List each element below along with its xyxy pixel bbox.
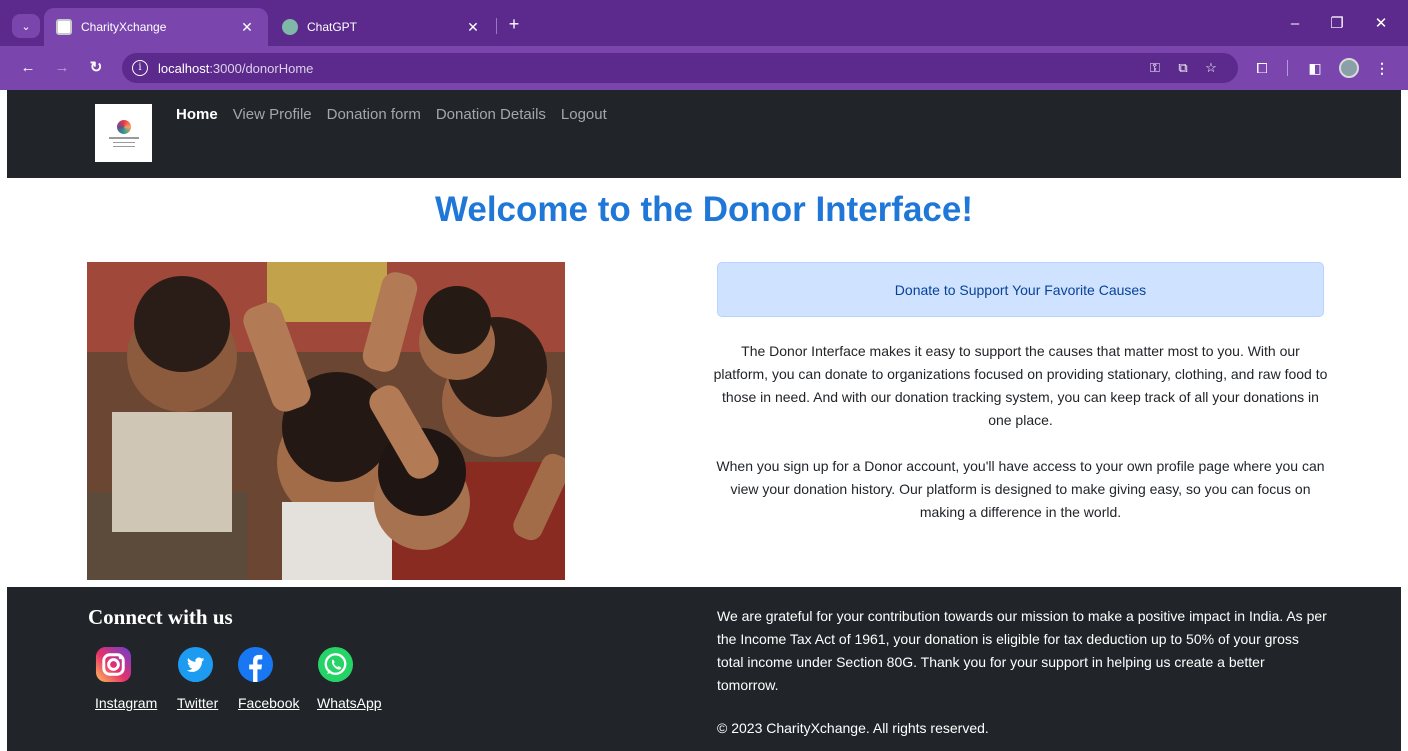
whatsapp-icon[interactable]: [317, 646, 354, 683]
menu-kebab-icon[interactable]: ⋮: [1370, 56, 1394, 80]
logo-text-line: [112, 145, 135, 147]
logo-text-line: [112, 141, 135, 143]
tab-title: ChatGPT: [307, 20, 358, 34]
tax-deduction-message: We are grateful for your contribution to…: [717, 608, 1327, 693]
page-title: Welcome to the Donor Interface!: [434, 190, 974, 229]
facebook-icon[interactable]: [237, 646, 274, 683]
whatsapp-link[interactable]: WhatsApp: [317, 695, 382, 711]
reload-icon[interactable]: ↻: [84, 56, 108, 80]
twitter-icon[interactable]: [177, 646, 214, 683]
install-app-icon[interactable]: ⧉: [1172, 58, 1194, 78]
nav-link-logout[interactable]: Logout: [561, 106, 607, 123]
browser-toolbar: ← → ↻ i localhost:3000/donorHome ⚿ ⧉ ☆ ⧠…: [0, 46, 1408, 90]
browser-tab-bar: ⌄ CharityXchange ✕ ChatGPT ✕ + – ❐ ✕: [0, 0, 1408, 46]
extensions-puzzle-icon[interactable]: ⧠: [1250, 56, 1274, 80]
intro-paragraph: The Donor Interface makes it easy to sup…: [713, 343, 1328, 428]
close-tab-icon[interactable]: ✕: [464, 19, 482, 36]
close-tab-icon[interactable]: ✕: [238, 19, 256, 36]
site-navbar: Home View Profile Donation form Donation…: [7, 90, 1401, 178]
donate-alert-banner: Donate to Support Your Favorite Causes: [717, 262, 1324, 317]
tab-charityxchange[interactable]: CharityXchange ✕: [44, 8, 268, 46]
profile-avatar[interactable]: [1339, 58, 1359, 78]
minimize-icon[interactable]: –: [1280, 12, 1310, 36]
toolbar-divider: [1287, 60, 1288, 76]
nav-link-view-profile[interactable]: View Profile: [233, 106, 312, 123]
close-window-icon[interactable]: ✕: [1366, 12, 1396, 36]
copyright-text: © 2023 CharityXchange. All rights reserv…: [717, 720, 989, 736]
password-key-icon[interactable]: ⚿: [1144, 58, 1166, 78]
signup-paragraph: When you sign up for a Donor account, yo…: [716, 458, 1325, 520]
restore-icon[interactable]: ❐: [1322, 12, 1352, 36]
chatgpt-favicon-icon: [282, 19, 298, 35]
bookmark-star-icon[interactable]: ☆: [1200, 58, 1222, 78]
site-info-icon[interactable]: i: [132, 60, 148, 76]
address-bar[interactable]: i localhost:3000/donorHome ⚿ ⧉ ☆: [122, 53, 1238, 83]
charityxchange-logo[interactable]: [95, 104, 152, 162]
site-footer: Connect with us Instagram Twitter Facebo…: [7, 587, 1401, 751]
site-favicon-icon: [56, 19, 72, 35]
side-panel-icon[interactable]: ◧: [1303, 56, 1327, 80]
twitter-link[interactable]: Twitter: [177, 695, 218, 711]
tab-title: CharityXchange: [81, 20, 167, 34]
facebook-link[interactable]: Facebook: [238, 695, 299, 711]
tab-divider: [496, 18, 497, 34]
back-arrow-icon[interactable]: ←: [16, 56, 40, 80]
url-text[interactable]: localhost:3000/donorHome: [158, 61, 313, 76]
instagram-icon[interactable]: [95, 646, 132, 683]
nav-link-home[interactable]: Home: [176, 106, 218, 123]
logo-text-line: [108, 136, 139, 139]
nav-link-donation-form[interactable]: Donation form: [327, 106, 421, 123]
nav-links: Home View Profile Donation form Donation…: [176, 106, 607, 123]
children-photo: [87, 262, 565, 580]
connect-title: Connect with us: [88, 605, 233, 629]
new-tab-plus-icon[interactable]: +: [503, 12, 525, 36]
forward-arrow-icon[interactable]: →: [50, 56, 74, 80]
logo-flower-icon: [116, 119, 131, 134]
instagram-link[interactable]: Instagram: [95, 695, 157, 711]
tab-search-icon[interactable]: ⌄: [12, 14, 40, 38]
tab-chatgpt[interactable]: ChatGPT ✕: [270, 8, 494, 46]
nav-link-donation-details[interactable]: Donation Details: [436, 106, 546, 123]
